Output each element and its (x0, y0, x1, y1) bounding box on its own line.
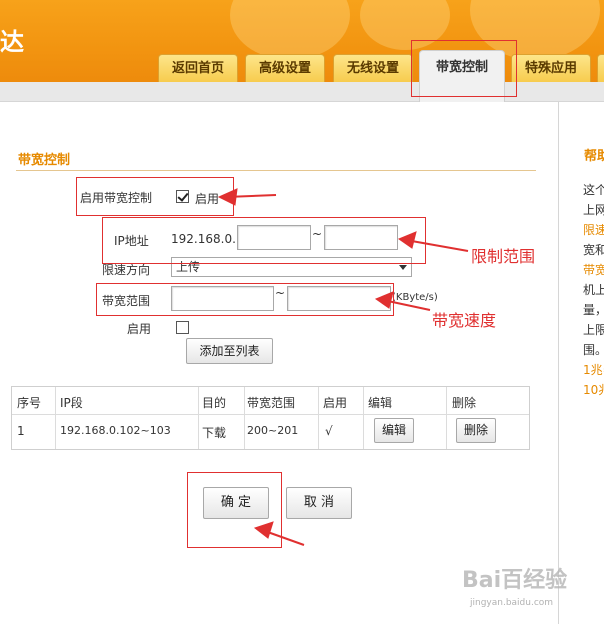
column-header-edit: 编辑 (368, 396, 393, 410)
annotation-box-enable (76, 177, 234, 216)
table-column-divider (198, 387, 199, 449)
header-decoration (230, 0, 350, 60)
annotation-box-ip-range (102, 217, 426, 264)
help-text-line: 上网 (583, 203, 604, 217)
column-header-bandwidth: 带宽范围 (247, 396, 296, 410)
column-header-delete: 删除 (452, 396, 477, 410)
annotation-label-bandwidth-speed: 带宽速度 (432, 311, 497, 330)
help-text-line: 10兆 (583, 383, 604, 397)
rule-enable-checkbox[interactable] (176, 321, 189, 334)
row-direction: 下载 (202, 426, 227, 440)
help-text-line: 带宽 (583, 263, 604, 277)
table-column-divider (244, 387, 245, 449)
section-title: 带宽控制 (18, 153, 71, 168)
cancel-button[interactable]: 取 消 (286, 487, 352, 519)
help-text-line: 1兆= (583, 363, 604, 377)
row-index: 1 (17, 424, 25, 438)
column-header-ip: IP段 (60, 396, 83, 410)
help-text-line: 机上 (583, 283, 604, 297)
column-header-index: 序号 (17, 396, 42, 410)
baidu-watermark: Bai百经验 (462, 568, 568, 593)
panel-divider (558, 102, 559, 624)
table-column-divider (363, 387, 364, 449)
row-edit-button[interactable]: 编辑 (374, 418, 414, 443)
section-divider (16, 170, 536, 171)
rules-table: 序号 IP段 目的 带宽范围 启用 编辑 删除 1 192.168.0.102~… (11, 386, 530, 450)
tab-advanced-settings[interactable]: 高级设置 (245, 54, 325, 82)
brand-logo: 达 (0, 28, 24, 56)
help-text-line: 围。 (583, 343, 604, 357)
help-title: 帮助 (584, 149, 604, 164)
help-text-line: 上限 (583, 323, 604, 337)
rule-enable-label: 启用 (127, 322, 152, 336)
tab-wireless-settings[interactable]: 无线设置 (333, 54, 413, 82)
annotation-box-tab (411, 40, 517, 97)
baidu-watermark-url: jingyan.baidu.com (470, 598, 554, 608)
help-text-line: 这个 (583, 183, 604, 197)
table-column-divider (318, 387, 319, 449)
table-column-divider (55, 387, 56, 449)
add-to-list-button[interactable]: 添加至列表 (186, 338, 273, 364)
help-text-line: 量， (583, 303, 604, 317)
row-delete-button[interactable]: 删除 (456, 418, 496, 443)
tab-special-apps[interactable]: 特殊应用 (511, 54, 591, 82)
row-enabled-mark: √ (325, 424, 333, 438)
annotation-box-bandwidth (96, 283, 394, 316)
annotation-label-limit-range: 限制范围 (471, 247, 536, 266)
help-text-line: 宽和 (583, 243, 604, 257)
help-text-line: 限速 (583, 223, 604, 237)
column-header-enabled: 启用 (323, 396, 348, 410)
table-column-divider (446, 387, 447, 449)
annotation-box-confirm (187, 472, 282, 548)
column-header-direction: 目的 (202, 396, 227, 410)
row-ip-range: 192.168.0.102~103 (60, 424, 171, 437)
tab-home[interactable]: 返回首页 (158, 54, 238, 82)
bandwidth-unit: (KByte/s) (392, 292, 438, 303)
table-header-divider (12, 414, 529, 415)
row-bandwidth: 200~201 (247, 424, 299, 437)
tab-more[interactable] (597, 54, 604, 82)
chevron-down-icon (399, 265, 407, 270)
